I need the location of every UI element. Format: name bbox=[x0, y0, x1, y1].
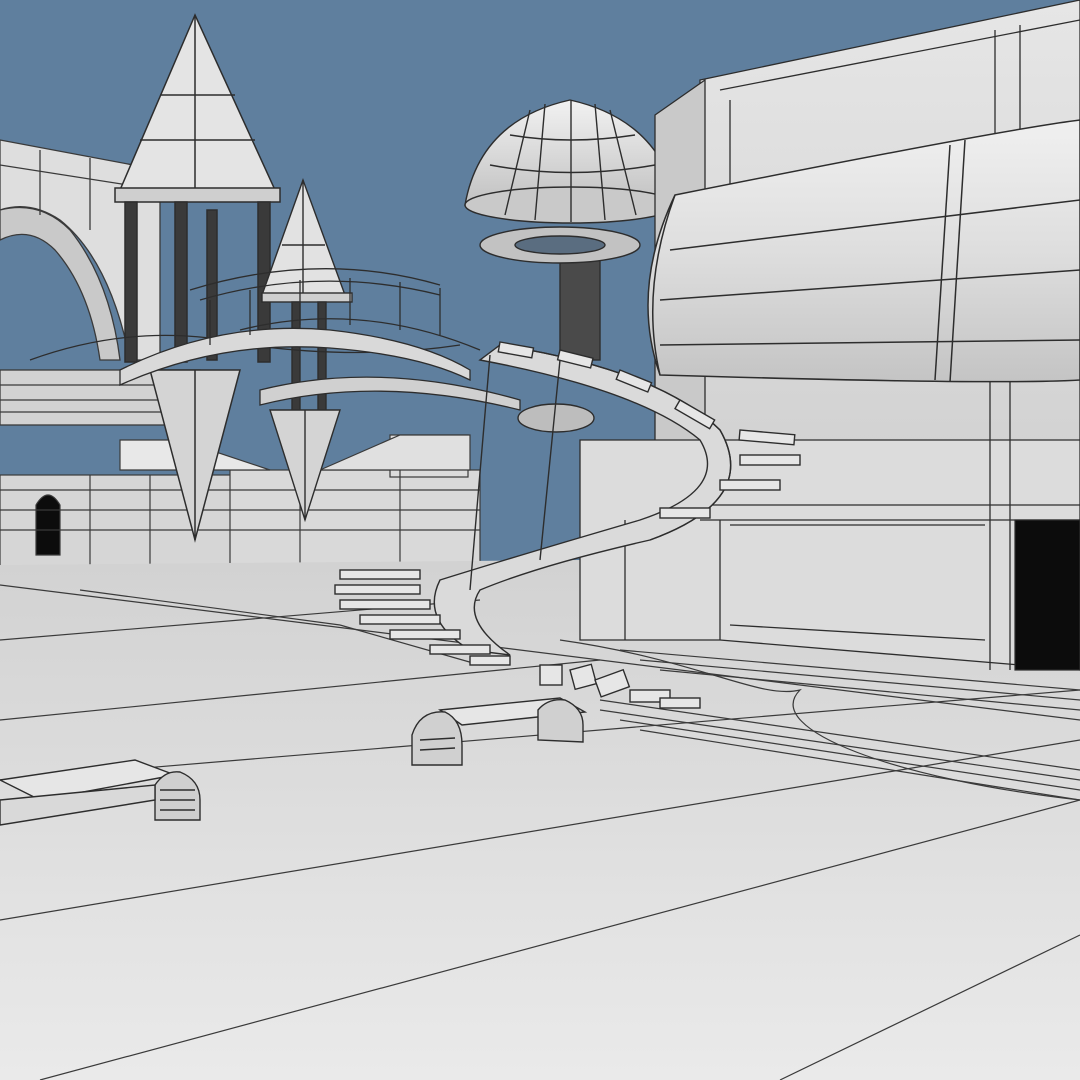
wireframe-city-render bbox=[0, 0, 1080, 1080]
building-doorway bbox=[1014, 519, 1080, 671]
